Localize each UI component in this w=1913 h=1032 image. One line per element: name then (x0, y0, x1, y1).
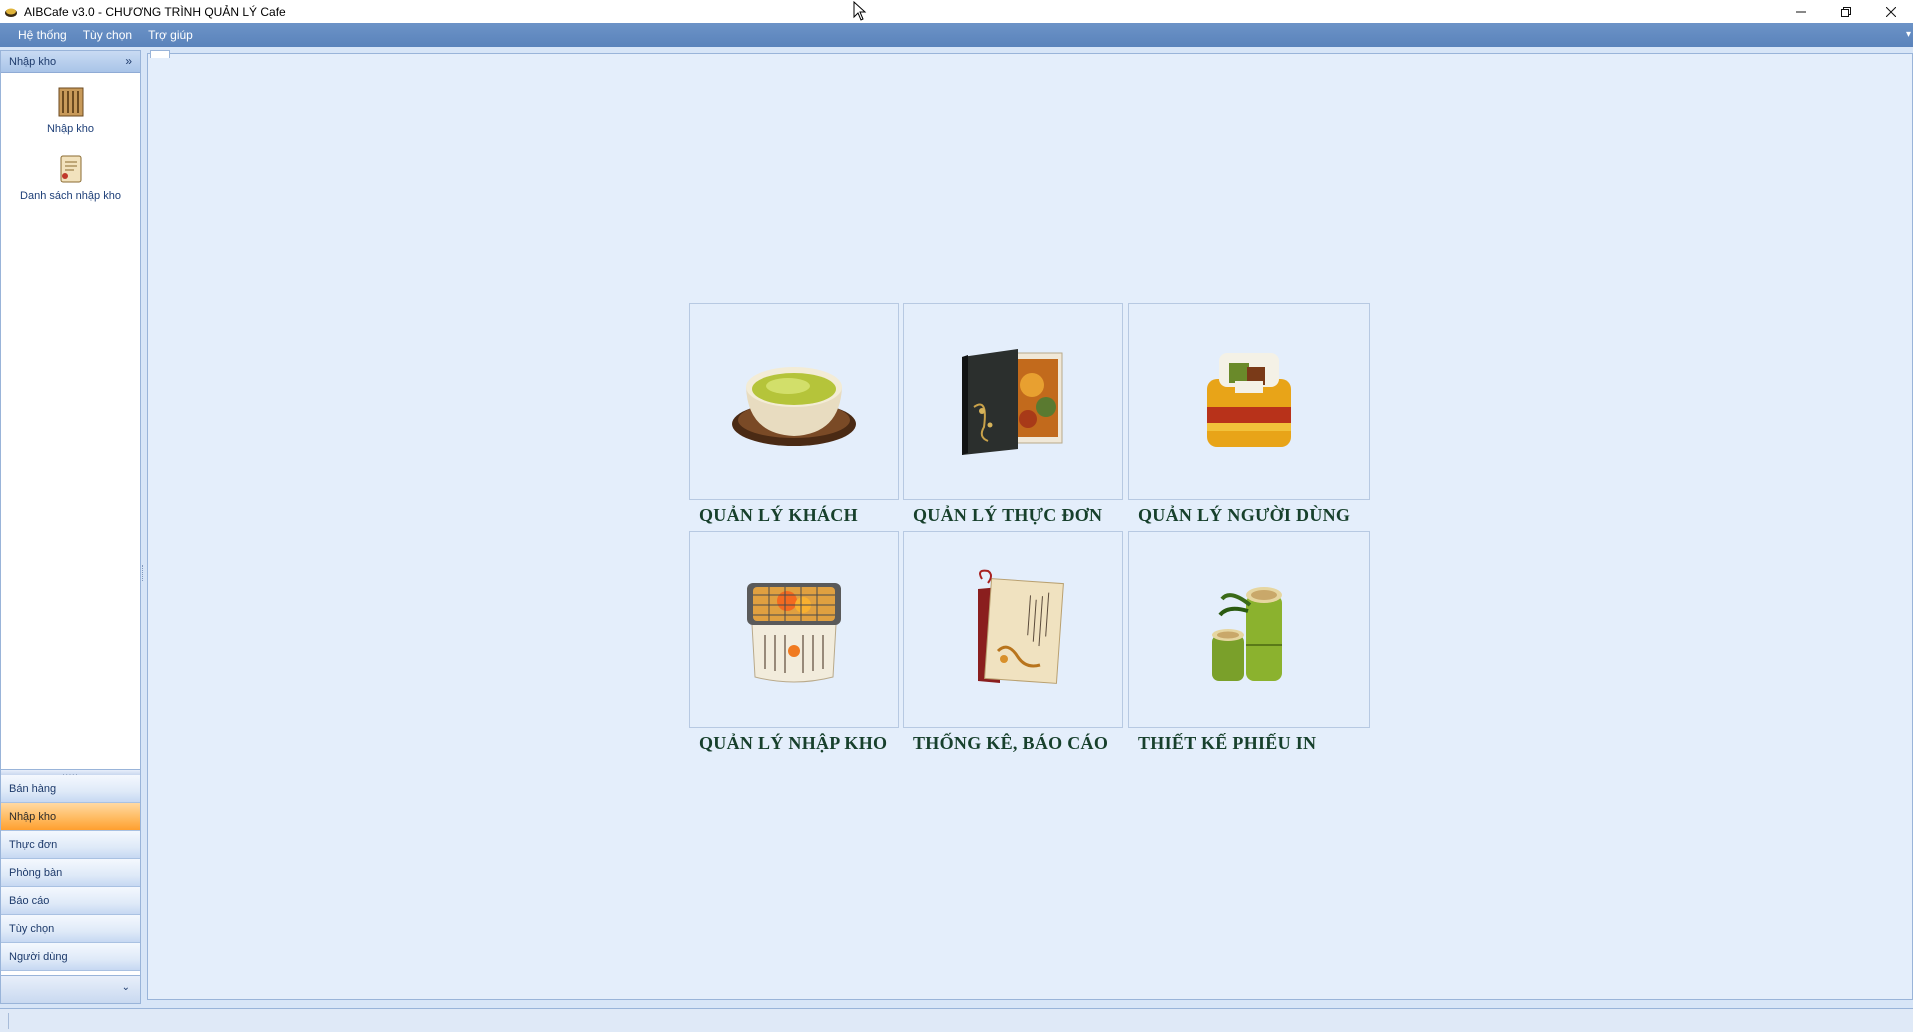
sidebar-group-phong-ban[interactable]: Phòng bàn (1, 859, 140, 887)
sidebar-group-bao-cao[interactable]: Báo cáo (1, 887, 140, 915)
sidebar-group-nguoi-dung[interactable]: Người dùng (1, 943, 140, 971)
grill-box-icon (747, 582, 841, 682)
sidebar-item-danh-sach-nhap-kho[interactable]: Danh sách nhập kho (1, 148, 140, 215)
list-scroll-icon (60, 155, 81, 183)
tile-quan-ly-nguoi-dung[interactable] (1128, 303, 1370, 500)
window-title: AIBCafe v3.0 - CHƯƠNG TRÌNH QUẢN LÝ Cafe (24, 4, 286, 19)
app-icon (5, 8, 17, 17)
tile-label: QUẢN LÝ THỰC ĐƠN (913, 505, 1103, 525)
status-bar (0, 1008, 1913, 1032)
minimize-icon (1795, 11, 1806, 12)
sidebar-header-title: Nhập kho (9, 55, 57, 68)
tile-thong-ke-bao-cao[interactable] (903, 531, 1123, 728)
main-panel (147, 53, 1913, 1000)
warehouse-icon (58, 87, 83, 117)
menu-tuy-chon[interactable]: Tùy chọn (75, 23, 140, 47)
collapse-sidebar-icon[interactable]: » (125, 54, 132, 68)
title-bar: AIBCafe v3.0 - CHƯƠNG TRÌNH QUẢN LÝ Cafe (0, 0, 1913, 23)
menu-tro-giup[interactable]: Trợ giúp (140, 23, 201, 47)
sidebar-header: Nhập kho » (1, 51, 140, 73)
tile-label: THỐNG KÊ, BÁO CÁO (913, 733, 1109, 753)
restore-icon (1840, 6, 1851, 17)
sidebar-group-nhap-kho[interactable]: Nhập kho (1, 803, 140, 831)
minimize-button[interactable] (1778, 0, 1823, 23)
tile-quan-ly-thuc-don[interactable] (903, 303, 1123, 500)
tile-label: THIẾT KẾ PHIẾU IN (1138, 733, 1317, 753)
menu-book-icon (962, 348, 1063, 455)
navigation-sidebar: Nhập kho » Nhập kho Danh sách nhập kho .… (0, 50, 141, 1004)
sidebar-group-ban-hang[interactable]: Bán hàng (1, 775, 140, 803)
tile-quan-ly-nhap-kho[interactable] (689, 531, 899, 728)
tile-label: QUẢN LÝ KHÁCH (699, 505, 858, 525)
menu-overflow-icon[interactable]: ▾ (1906, 29, 1911, 40)
document-tab[interactable] (150, 50, 170, 58)
sidebar-item-nhap-kho[interactable]: Nhập kho (1, 81, 140, 148)
bamboo-cups-icon (1212, 586, 1282, 681)
sidebar-footer: ⌄ (1, 975, 140, 1003)
tile-label: QUẢN LÝ NHẬP KHO (699, 733, 888, 753)
chevron-down-icon[interactable]: ⌄ (122, 982, 130, 993)
tea-cup-icon (732, 366, 856, 446)
restore-button[interactable] (1823, 0, 1868, 23)
sidebar-group-tuy-chon[interactable]: Tùy chọn (1, 915, 140, 943)
tile-quan-ly-khach[interactable] (689, 303, 899, 500)
mouse-cursor-icon (853, 1, 867, 21)
menu-he-thong[interactable]: Hệ thống (10, 23, 75, 47)
tile-label: QUẢN LÝ NGƯỜI DÙNG (1138, 505, 1351, 525)
close-icon (1885, 6, 1896, 17)
menu-bar: Hệ thống Tùy chọn Trợ giúp ▾ (0, 23, 1913, 47)
sidebar-item-label: Danh sách nhập kho (20, 190, 121, 202)
sidebar-item-label: Nhập kho (46, 123, 95, 135)
report-scroll-icon (978, 569, 1064, 684)
sidebar-group-thuc-don[interactable]: Thực đơn (1, 831, 140, 859)
tile-thiet-ke-phieu-in[interactable] (1128, 531, 1370, 728)
close-button[interactable] (1868, 0, 1913, 23)
gift-box-icon (1207, 352, 1291, 447)
